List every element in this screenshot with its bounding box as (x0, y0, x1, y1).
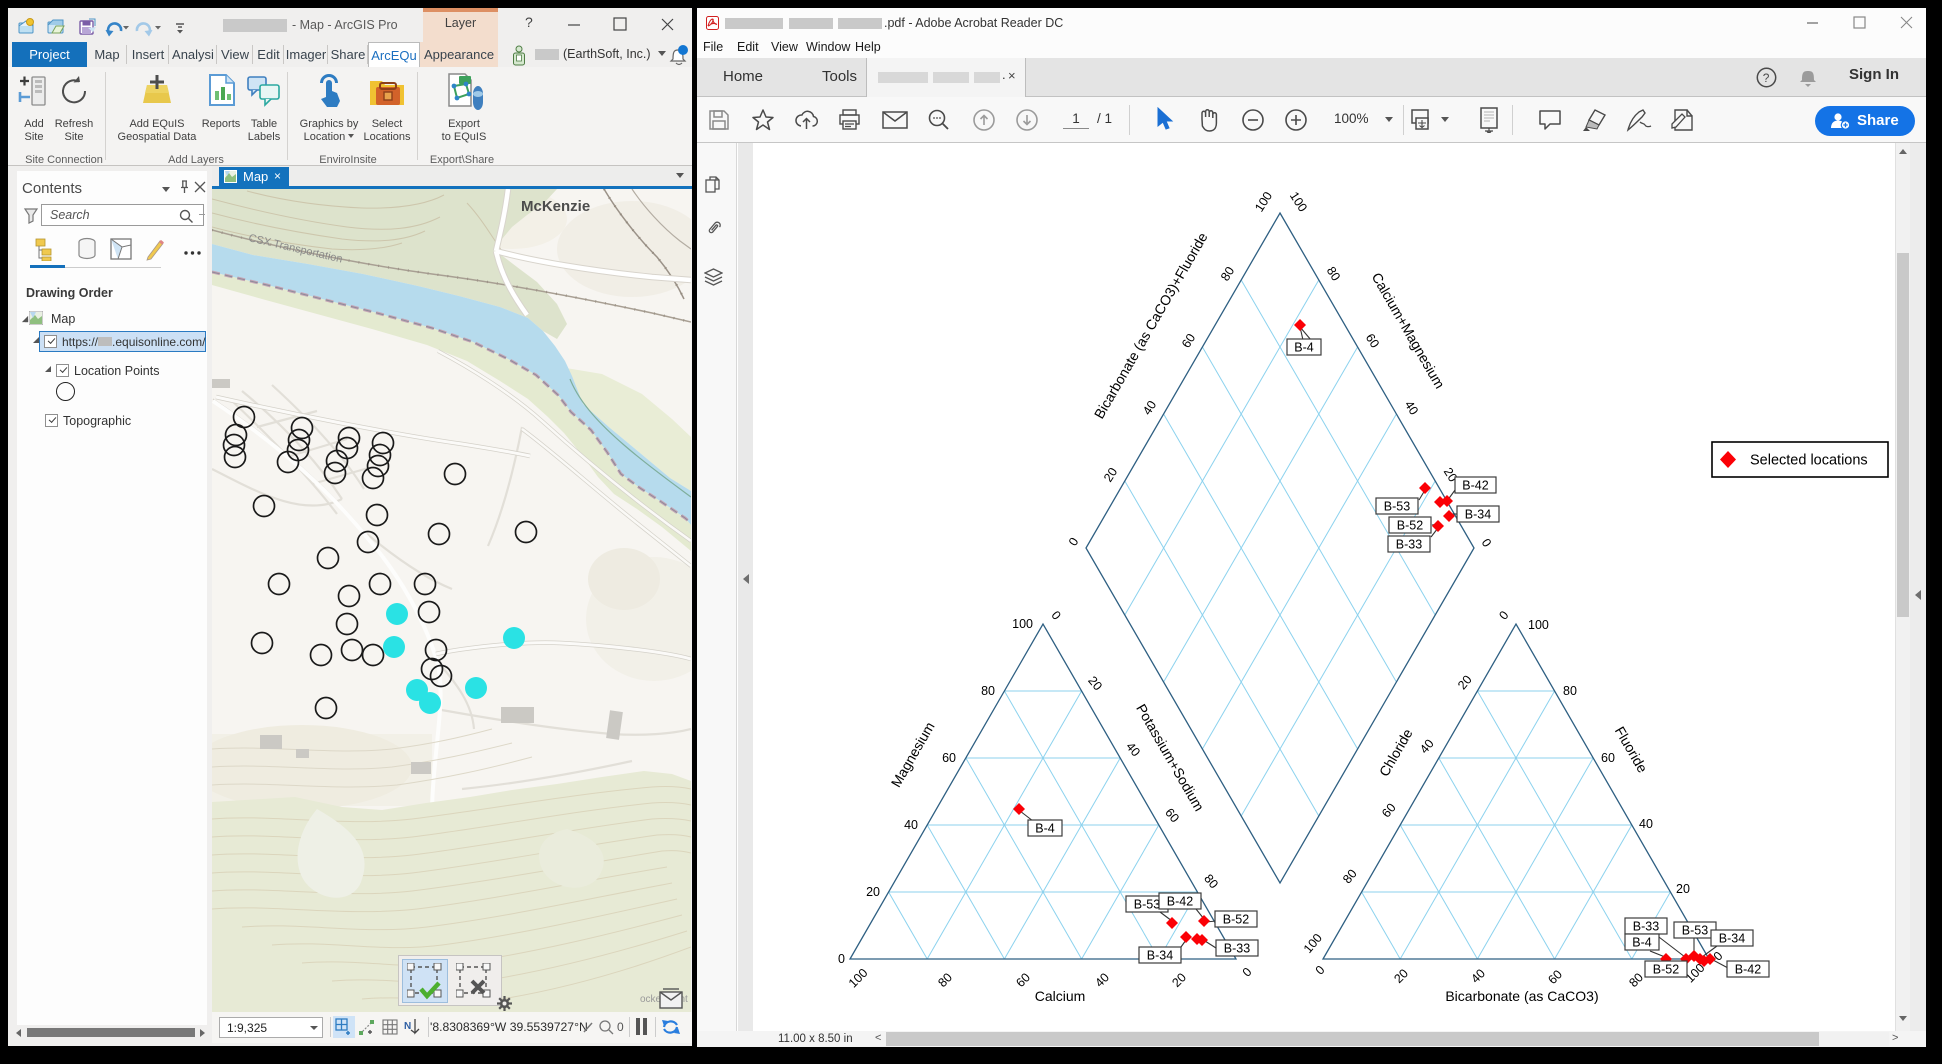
svg-text:40: 40 (1140, 398, 1159, 417)
svg-text:60: 60 (1162, 806, 1182, 826)
svg-text:Potassium+Sodium: Potassium+Sodium (1133, 701, 1207, 814)
svg-text:40: 40 (904, 818, 918, 832)
svg-text:60: 60 (1363, 331, 1382, 350)
svg-text:B-52: B-52 (1653, 963, 1679, 977)
svg-text:Calcium+Magnesium: Calcium+Magnesium (1369, 270, 1448, 392)
svg-text:0: 0 (617, 1020, 624, 1034)
svg-text:100: 100 (1252, 189, 1275, 214)
svg-text:60: 60 (1179, 331, 1198, 350)
svg-text:B-42: B-42 (1462, 479, 1488, 493)
svg-text:100: 100 (1301, 931, 1325, 956)
svg-text:100: 100 (1012, 617, 1033, 631)
svg-text:Calcium: Calcium (1035, 988, 1086, 1004)
svg-text:80: 80 (1201, 872, 1221, 892)
svg-text:80: 80 (1340, 867, 1360, 887)
svg-text:B-42: B-42 (1735, 963, 1761, 977)
svg-text:Magnesium: Magnesium (888, 719, 938, 790)
svg-text:100: 100 (1287, 189, 1310, 214)
svg-text:B-4: B-4 (1294, 341, 1314, 355)
svg-text:McKenzie: McKenzie (521, 198, 590, 215)
svg-text:40: 40 (1123, 740, 1143, 760)
svg-text:60: 60 (1545, 967, 1565, 987)
svg-text:0: 0 (1313, 963, 1328, 978)
svg-text:0: 0 (1066, 535, 1082, 548)
svg-text:0: 0 (1479, 536, 1495, 549)
svg-text:0: 0 (838, 952, 845, 966)
svg-text:80: 80 (1563, 684, 1577, 698)
svg-text:80: 80 (935, 970, 955, 990)
svg-text:80: 80 (1626, 970, 1646, 990)
svg-text:B-42: B-42 (1167, 895, 1193, 909)
svg-text:B-4: B-4 (1035, 822, 1055, 836)
svg-text:B-34: B-34 (1719, 932, 1745, 946)
svg-text:40: 40 (1468, 966, 1488, 986)
svg-text:20: 20 (1391, 966, 1411, 986)
svg-text:B-34: B-34 (1147, 949, 1173, 963)
svg-text:20: 20 (1085, 674, 1105, 694)
svg-text:B-33: B-33 (1396, 538, 1422, 552)
svg-text:100: 100 (1528, 618, 1549, 632)
svg-text:80: 80 (981, 684, 995, 698)
svg-text:60: 60 (1013, 970, 1033, 990)
svg-text:20: 20 (1455, 673, 1475, 693)
svg-text:40: 40 (1402, 398, 1421, 417)
svg-text:0: 0 (1496, 608, 1511, 622)
svg-text:B-53: B-53 (1384, 500, 1410, 514)
svg-text:B-53: B-53 (1682, 924, 1708, 938)
svg-text:Chloride: Chloride (1376, 726, 1416, 779)
svg-text:0: 0 (1048, 608, 1063, 622)
svg-text:20: 20 (1101, 465, 1120, 484)
svg-text:Selected locations: Selected locations (1750, 453, 1868, 469)
svg-text:N: N (404, 1021, 411, 1032)
svg-text:40: 40 (1417, 737, 1437, 757)
svg-text:B-53: B-53 (1134, 898, 1160, 912)
svg-text:B-34: B-34 (1465, 508, 1491, 522)
svg-text:Bicarbonate (as CaCO3): Bicarbonate (as CaCO3) (1445, 988, 1598, 1004)
svg-text:20: 20 (866, 885, 880, 899)
svg-text:?: ? (1763, 71, 1770, 85)
svg-text:B-52: B-52 (1397, 519, 1423, 533)
svg-text:60: 60 (942, 751, 956, 765)
svg-text:B-33: B-33 (1224, 942, 1250, 956)
svg-text:60: 60 (1379, 801, 1399, 821)
svg-text:80: 80 (1324, 264, 1343, 283)
svg-text:B-33: B-33 (1633, 920, 1659, 934)
svg-text:100: 100 (846, 966, 871, 991)
svg-text:20: 20 (1169, 970, 1189, 990)
svg-text:60: 60 (1601, 751, 1615, 765)
svg-text:80: 80 (1218, 264, 1237, 283)
svg-text:0: 0 (1240, 965, 1255, 980)
svg-text:B-4: B-4 (1632, 936, 1652, 950)
svg-text:40: 40 (1092, 970, 1112, 990)
svg-text:40: 40 (1639, 817, 1653, 831)
svg-text:20: 20 (1676, 882, 1690, 896)
svg-text:Fluoride: Fluoride (1612, 724, 1651, 776)
svg-text:Bicarbonate (as CaCO3)+Fluorid: Bicarbonate (as CaCO3)+Fluoride (1091, 229, 1211, 421)
svg-text:B-52: B-52 (1223, 913, 1249, 927)
